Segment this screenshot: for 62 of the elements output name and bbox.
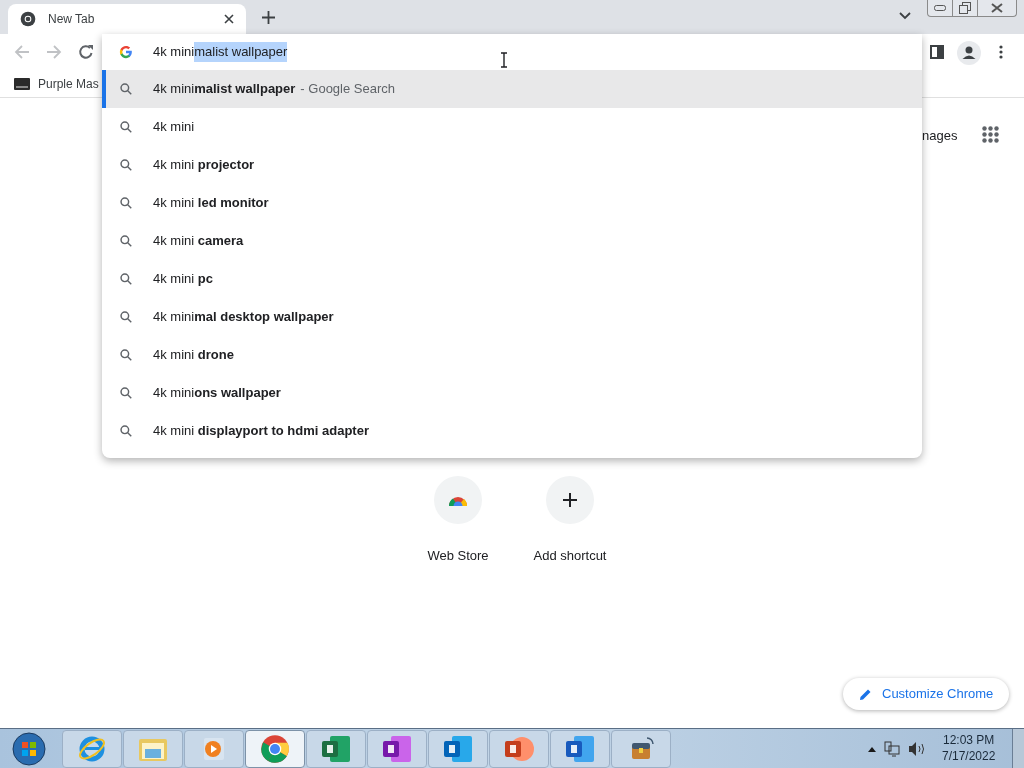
bookmark[interactable]: Purple Mas xyxy=(14,74,99,93)
search-icon xyxy=(119,234,133,248)
google-g-icon xyxy=(119,45,133,59)
chrome-icon xyxy=(260,733,290,764)
tab-title: New Tab xyxy=(48,11,96,28)
suggestion-item[interactable]: 4k mini camera xyxy=(102,222,922,260)
close-icon xyxy=(991,3,1003,13)
search-icon xyxy=(119,424,133,438)
windows-logo-icon xyxy=(12,731,46,766)
taskbar-app[interactable] xyxy=(489,729,549,768)
new-tab-icon[interactable] xyxy=(262,11,275,24)
search-icon xyxy=(119,310,133,324)
suggestion-item[interactable]: 4k minimal desktop wallpaper xyxy=(102,298,922,336)
shortcut-tile[interactable]: Add shortcut xyxy=(514,476,626,566)
side-panel-icon[interactable] xyxy=(930,45,944,59)
clock-date[interactable]: 7/17/2022 xyxy=(942,748,996,764)
search-icon xyxy=(119,158,133,172)
address-field[interactable]: 4k minimalist wallpaper xyxy=(102,34,922,70)
speaker-icon[interactable] xyxy=(908,741,926,757)
suggestion-item[interactable]: 4k mini pc xyxy=(102,260,922,298)
text-cursor-icon xyxy=(500,52,508,68)
network-icon[interactable] xyxy=(884,741,900,757)
chrome-icon xyxy=(20,11,36,27)
search-icon xyxy=(119,386,133,400)
suggestion-item[interactable]: 4k minimalist wallpaper - Google Search xyxy=(102,70,922,108)
shortcut-label: Web Store xyxy=(427,547,489,565)
profile-avatar-icon[interactable] xyxy=(957,41,981,65)
chevron-down-icon[interactable] xyxy=(899,12,911,20)
taskbar-app[interactable] xyxy=(611,729,671,768)
shortcut-tile[interactable]: Web Store xyxy=(402,476,514,566)
reload-icon[interactable] xyxy=(78,44,94,60)
suggestion-item[interactable]: 4k minions wallpaper xyxy=(102,374,922,412)
taskbar-app[interactable] xyxy=(245,729,305,768)
close-icon[interactable] xyxy=(224,14,234,24)
bookmark-icon xyxy=(14,77,30,90)
rainbow-icon xyxy=(448,494,468,506)
play-icon xyxy=(201,735,227,762)
minimize-icon xyxy=(934,5,946,11)
more-menu-icon[interactable] xyxy=(999,45,1003,59)
pencil-icon xyxy=(859,687,872,701)
taskbar-app[interactable] xyxy=(428,729,488,768)
show-hidden-icons-icon[interactable] xyxy=(868,746,876,752)
apps-grid-icon[interactable] xyxy=(982,126,999,143)
search-icon xyxy=(119,196,133,210)
browser-tab[interactable]: New Tab xyxy=(8,4,246,34)
suggestion-item[interactable]: 4k mini projector xyxy=(102,146,922,184)
suggestion-item[interactable]: 4k mini displayport to hdmi adapter xyxy=(102,412,922,450)
suggestion-item[interactable]: 4k mini drone xyxy=(102,336,922,374)
suggestion-item[interactable]: 4k mini xyxy=(102,108,922,146)
search-icon xyxy=(119,82,133,96)
search-icon xyxy=(119,120,133,134)
images-link[interactable]: nages xyxy=(922,126,958,146)
taskbar-app[interactable] xyxy=(550,729,610,768)
taskbar-app[interactable] xyxy=(306,729,366,768)
suggestion-item[interactable]: 4k mini led monitor xyxy=(102,184,922,222)
clock-time[interactable]: 12:03 PM xyxy=(943,732,995,748)
search-icon xyxy=(119,348,133,362)
taskbar-app[interactable] xyxy=(367,729,427,768)
search-icon xyxy=(119,272,133,286)
shortcut-label: Add shortcut xyxy=(533,547,607,565)
plus-icon xyxy=(563,493,577,507)
customize-chrome-button[interactable]: Customize Chrome xyxy=(843,678,1010,710)
